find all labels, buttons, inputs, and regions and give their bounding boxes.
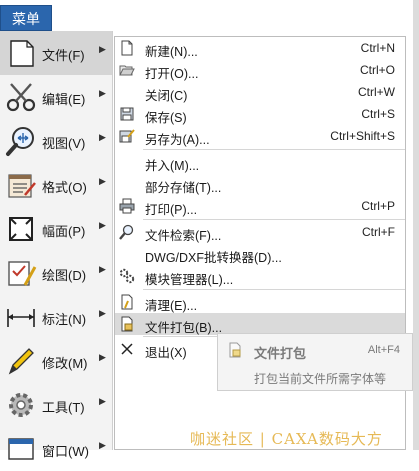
save-icon <box>120 107 134 121</box>
chevron-right-icon: ▶ <box>99 88 106 98</box>
format-icon <box>8 174 36 198</box>
tooltip-shortcut: Alt+F4 <box>367 344 400 356</box>
open-folder-icon <box>119 65 135 76</box>
category-format[interactable]: 格式(O) ▶ <box>0 163 112 207</box>
menu-separator <box>143 219 405 220</box>
menu-item-label: DWG/DXF批转换器(D)... <box>145 251 282 265</box>
file-search-icon <box>119 224 134 240</box>
category-label: 标注(N) <box>42 312 87 327</box>
background-edge <box>413 0 419 450</box>
main-menu-button[interactable]: 菜单 <box>0 5 52 31</box>
menu-item-shortcut: Ctrl+P <box>361 199 395 213</box>
category-draw[interactable]: 绘图(D) ▶ <box>0 251 112 295</box>
category-window[interactable]: 窗口(W) ▶ <box>0 427 112 471</box>
category-modify[interactable]: 修改(M) ▶ <box>0 339 112 383</box>
save-as-icon <box>119 129 135 143</box>
menu-item-label: 保存(S) <box>145 111 187 125</box>
zoom-icon <box>6 127 34 156</box>
menu-item-save[interactable]: 保存(S) Ctrl+S <box>115 103 405 125</box>
module-manager-icon <box>119 268 135 284</box>
tooltip-title: 文件打包 <box>254 346 307 361</box>
menu-item-save-as[interactable]: 另存为(A)... Ctrl+Shift+S <box>115 125 405 147</box>
scissors-icon <box>6 83 36 112</box>
menu-item-label: 退出(X) <box>145 346 187 360</box>
package-tooltip: 文件打包 Alt+F4 打包当前文件所需字体等 <box>217 333 413 391</box>
menu-item-shortcut: Ctrl+O <box>359 63 395 77</box>
watermark: 咖迷社区 | CAXA数码大方 <box>190 430 383 448</box>
category-label: 幅面(P) <box>42 224 86 239</box>
chevron-right-icon: ▶ <box>99 352 106 362</box>
menu-item-shortcut: Ctrl+W <box>358 85 395 99</box>
menu-item-close[interactable]: 关闭(C) Ctrl+W <box>115 81 405 103</box>
menu-item-label: 文件检索(F)... <box>145 229 222 243</box>
menu-item-module-manager[interactable]: 模块管理器(L)... <box>115 265 405 287</box>
category-label: 编辑(E) <box>42 92 86 107</box>
cleanup-icon <box>121 294 133 310</box>
chevron-right-icon: ▶ <box>99 396 106 406</box>
menu-item-label: 部分存储(T)... <box>145 181 222 195</box>
tooltip-description: 打包当前文件所需字体等 <box>254 372 387 386</box>
menu-item-shortcut: Ctrl+F <box>362 225 395 239</box>
category-label: 修改(M) <box>42 356 88 371</box>
frame-icon <box>9 217 33 241</box>
category-view[interactable]: 视图(V) ▶ <box>0 119 112 163</box>
menu-item-open[interactable]: 打开(O)... Ctrl+O <box>115 59 405 81</box>
menu-item-label: 打开(O)... <box>145 67 199 81</box>
category-sheet[interactable]: 幅面(P) ▶ <box>0 207 112 251</box>
category-tools[interactable]: 工具(T) ▶ <box>0 383 112 427</box>
modify-icon <box>8 348 34 375</box>
menu-item-partial-save[interactable]: 部分存储(T)... <box>115 173 405 195</box>
dimension-icon <box>7 309 35 327</box>
chevron-right-icon: ▶ <box>99 176 106 186</box>
package-icon <box>121 316 133 332</box>
category-label: 视图(V) <box>42 136 86 151</box>
category-edit[interactable]: 编辑(E) ▶ <box>0 75 112 119</box>
top-bar: 菜单 <box>0 0 419 31</box>
menu-item-cleanup[interactable]: 清理(E)... <box>115 291 405 313</box>
menu-item-label: 并入(M)... <box>145 159 200 173</box>
new-file-icon <box>121 40 133 56</box>
menu-item-label: 模块管理器(L)... <box>145 273 234 287</box>
draw-icon <box>8 261 37 286</box>
menu-item-merge[interactable]: 并入(M)... <box>115 151 405 173</box>
menu-item-package[interactable]: 文件打包(B)... <box>115 313 405 335</box>
category-label: 格式(O) <box>42 180 87 195</box>
menu-item-label: 关闭(C) <box>145 89 188 103</box>
category-dimension[interactable]: 标注(N) ▶ <box>0 295 112 339</box>
menu-item-shortcut: Ctrl+N <box>360 41 395 55</box>
chevron-right-icon: ▶ <box>99 44 106 54</box>
category-label: 工具(T) <box>42 400 85 415</box>
menu-item-new[interactable]: 新建(N)... Ctrl+N <box>115 37 405 59</box>
menu-separator <box>143 289 405 290</box>
gear-icon <box>9 393 33 417</box>
chevron-right-icon: ▶ <box>99 132 106 142</box>
menu-item-label: 文件打包(B)... <box>145 321 223 335</box>
chevron-right-icon: ▶ <box>99 440 106 450</box>
chevron-right-icon: ▶ <box>99 220 106 230</box>
menu-item-label: 新建(N)... <box>145 45 198 59</box>
menu-item-label: 清理(E)... <box>145 299 198 313</box>
window-icon <box>8 438 34 460</box>
menu-item-batch-converter[interactable]: DWG/DXF批转换器(D)... <box>115 243 405 265</box>
menu-separator <box>143 149 405 150</box>
package-icon <box>229 342 241 358</box>
menu-item-file-search[interactable]: 文件检索(F)... Ctrl+F <box>115 221 405 243</box>
menu-item-label: 另存为(A)... <box>145 133 210 147</box>
category-file[interactable]: 文件(F) ▶ <box>0 31 112 75</box>
category-menu: 文件(F) ▶ 编辑(E) ▶ 视图(V) ▶ 格式(O) ▶ 幅面(P) ▶ … <box>0 31 113 460</box>
chevron-right-icon: ▶ <box>99 264 106 274</box>
menu-item-shortcut: Ctrl+S <box>361 107 395 121</box>
menu-item-shortcut: Ctrl+Shift+S <box>330 129 395 143</box>
menu-item-label: 打印(P)... <box>145 203 198 217</box>
category-label: 绘图(D) <box>42 268 87 283</box>
close-icon <box>121 343 133 355</box>
printer-icon <box>119 198 135 214</box>
category-label: 窗口(W) <box>42 444 89 459</box>
chevron-right-icon: ▶ <box>99 308 106 318</box>
blank-page-icon <box>10 40 34 67</box>
menu-item-print[interactable]: 打印(P)... Ctrl+P <box>115 195 405 217</box>
category-label: 文件(F) <box>42 48 85 63</box>
